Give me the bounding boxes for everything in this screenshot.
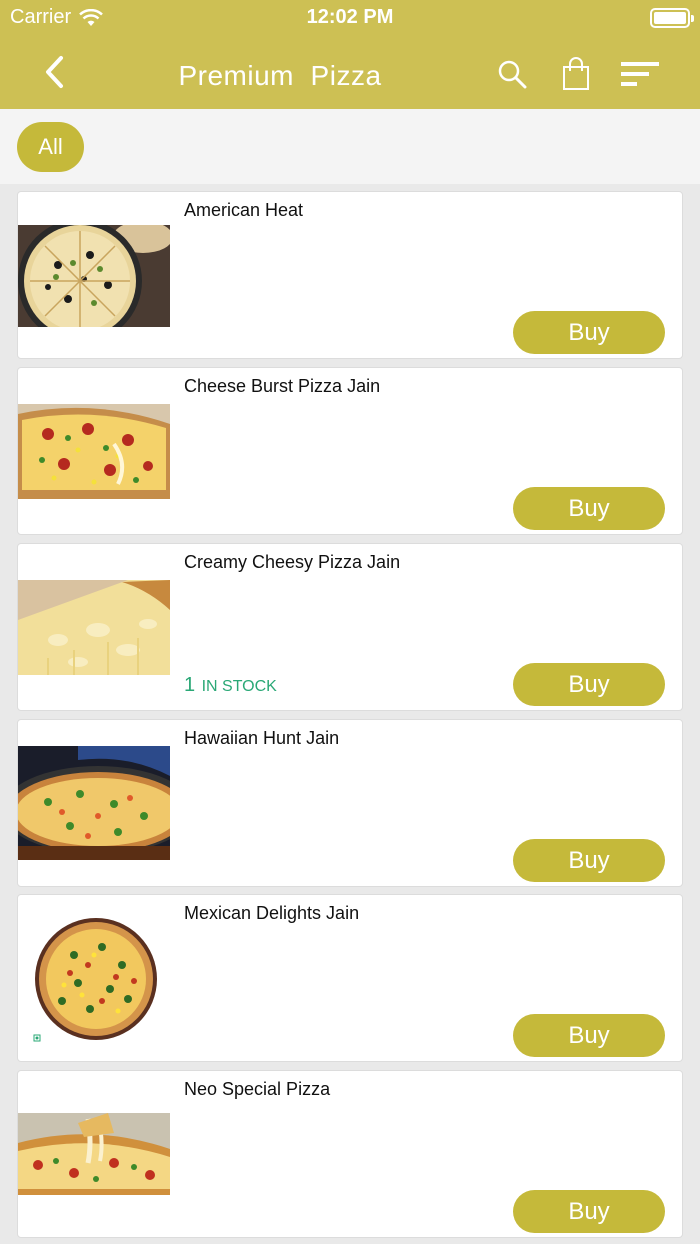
sort-button[interactable] [620,54,660,94]
product-name: Cheese Burst Pizza Jain [184,376,381,396]
buy-button[interactable]: Buy [513,663,665,706]
shopping-bag-icon [563,57,589,90]
product-card[interactable]: Hawaiian Hunt Jain Buy [17,719,683,887]
search-icon [498,60,527,89]
search-button[interactable] [492,54,532,94]
product-card[interactable]: Creamy Cheesy Pizza Jain 1 IN STOCK Buy [17,543,683,711]
buy-button[interactable]: Buy [513,1190,665,1233]
filter-bar: All [0,109,700,184]
status-bar: Carrier 12:02 PM [0,0,700,36]
stock-quantity: 1 [184,674,196,696]
product-card[interactable]: Cheese Burst Pizza Jain Buy [17,367,683,535]
product-name: Mexican Delights Jain [184,903,360,923]
product-name: Hawaiian Hunt Jain [184,728,340,748]
page-title: Premium Pizza [178,60,382,91]
buy-button[interactable]: Buy [513,839,665,882]
buy-button[interactable]: Buy [513,311,665,354]
pizza-image [18,225,170,327]
pizza-image [18,746,170,860]
product-name: Creamy Cheesy Pizza Jain [184,552,401,572]
product-card[interactable]: Mexican Delights Jain Buy [17,894,683,1062]
stock-indicator: 1 IN STOCK [184,674,277,697]
product-name: American Heat [184,200,304,220]
pizza-image [18,404,170,499]
cart-button[interactable] [556,54,596,94]
nav-bar: Premium Pizza [0,44,700,104]
stock-label: IN STOCK [201,678,277,695]
status-time: 12:02 PM [306,6,394,28]
product-card[interactable]: Neo Special Pizza Buy [17,1070,683,1238]
pizza-image [18,1113,170,1195]
battery-icon [650,8,694,28]
buy-button[interactable]: Buy [513,487,665,530]
product-card[interactable]: American Heat Buy [17,191,683,359]
pizza-image [18,915,170,1045]
filter-chip-all[interactable]: All [17,122,84,172]
sort-icon [621,62,659,86]
app-header: Carrier 12:02 PM Premium Pizza [0,0,700,109]
product-name: Neo Special Pizza [184,1079,331,1099]
pizza-image [18,580,170,675]
buy-button[interactable]: Buy [513,1014,665,1057]
